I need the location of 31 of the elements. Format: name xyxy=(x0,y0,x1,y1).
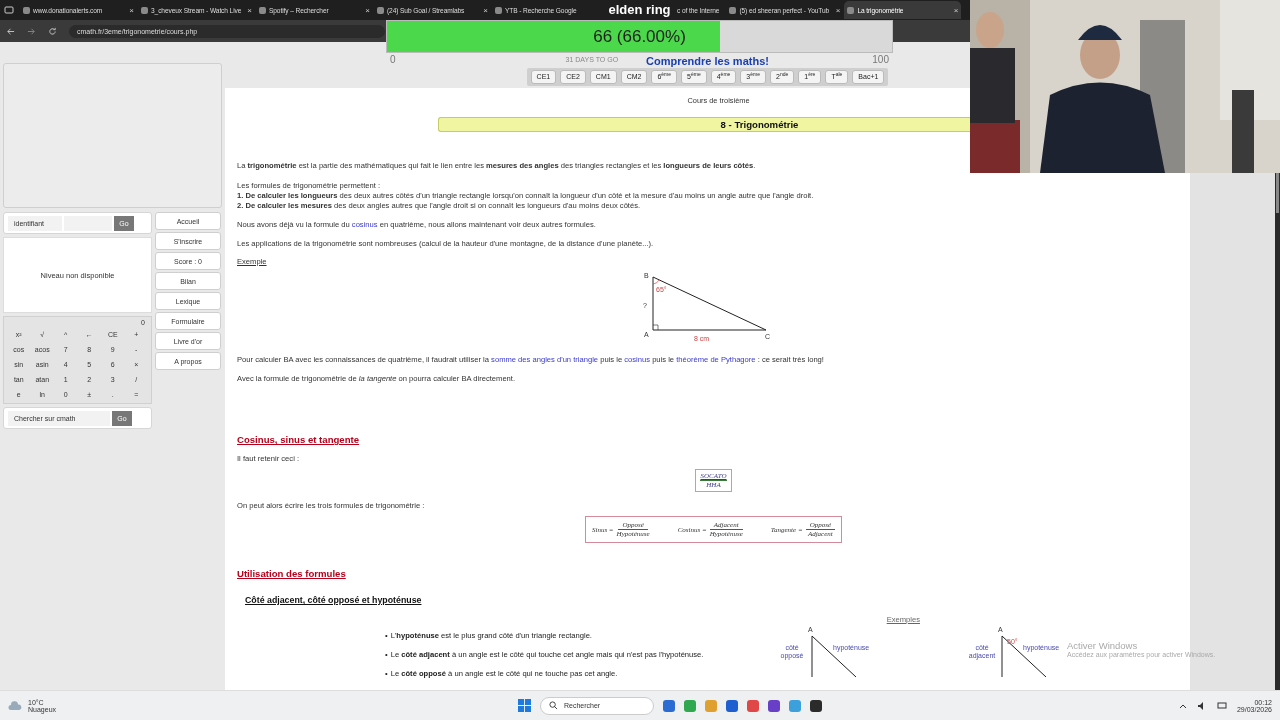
app-icon[interactable] xyxy=(810,699,822,712)
activation-title: Activer Windows xyxy=(1067,640,1139,651)
favicon-icon xyxy=(23,6,30,14)
favicon-icon xyxy=(259,6,266,14)
monitor-icon[interactable] xyxy=(1216,700,1227,711)
subsection-heading: Côté adjacent, côté opposé et hypoténuse xyxy=(245,595,422,605)
goal-min: 0 xyxy=(390,54,396,65)
goal-reading: 66 (66.00%) xyxy=(593,26,686,47)
windows-start-icon[interactable] xyxy=(518,699,531,712)
site-logo[interactable]: Comprendre les maths! xyxy=(646,55,769,67)
favicon-icon xyxy=(141,6,148,14)
app-icon[interactable] xyxy=(768,699,780,712)
favicon-icon xyxy=(729,6,737,14)
goal-max: 100 xyxy=(872,54,889,65)
favicon-icon xyxy=(495,6,502,14)
close-icon[interactable]: × xyxy=(129,5,134,15)
close-icon[interactable]: × xyxy=(953,5,959,15)
course-title: 8 - Trigonométrie xyxy=(438,117,970,132)
forward-icon[interactable] xyxy=(27,26,36,36)
search-icon xyxy=(549,701,558,710)
close-icon[interactable]: × xyxy=(835,5,841,15)
reload-icon[interactable] xyxy=(48,26,57,36)
section-heading: Utilisation des formules xyxy=(237,568,346,579)
favicon-icon xyxy=(847,6,855,14)
close-icon[interactable]: × xyxy=(483,5,488,15)
back-icon[interactable] xyxy=(6,26,15,36)
favicon-icon xyxy=(377,6,384,14)
close-icon[interactable]: × xyxy=(365,5,370,15)
section-heading: Cosinus, sinus et tangente xyxy=(237,434,360,445)
close-icon[interactable]: × xyxy=(247,5,252,15)
tab-list-icon[interactable] xyxy=(4,5,14,15)
